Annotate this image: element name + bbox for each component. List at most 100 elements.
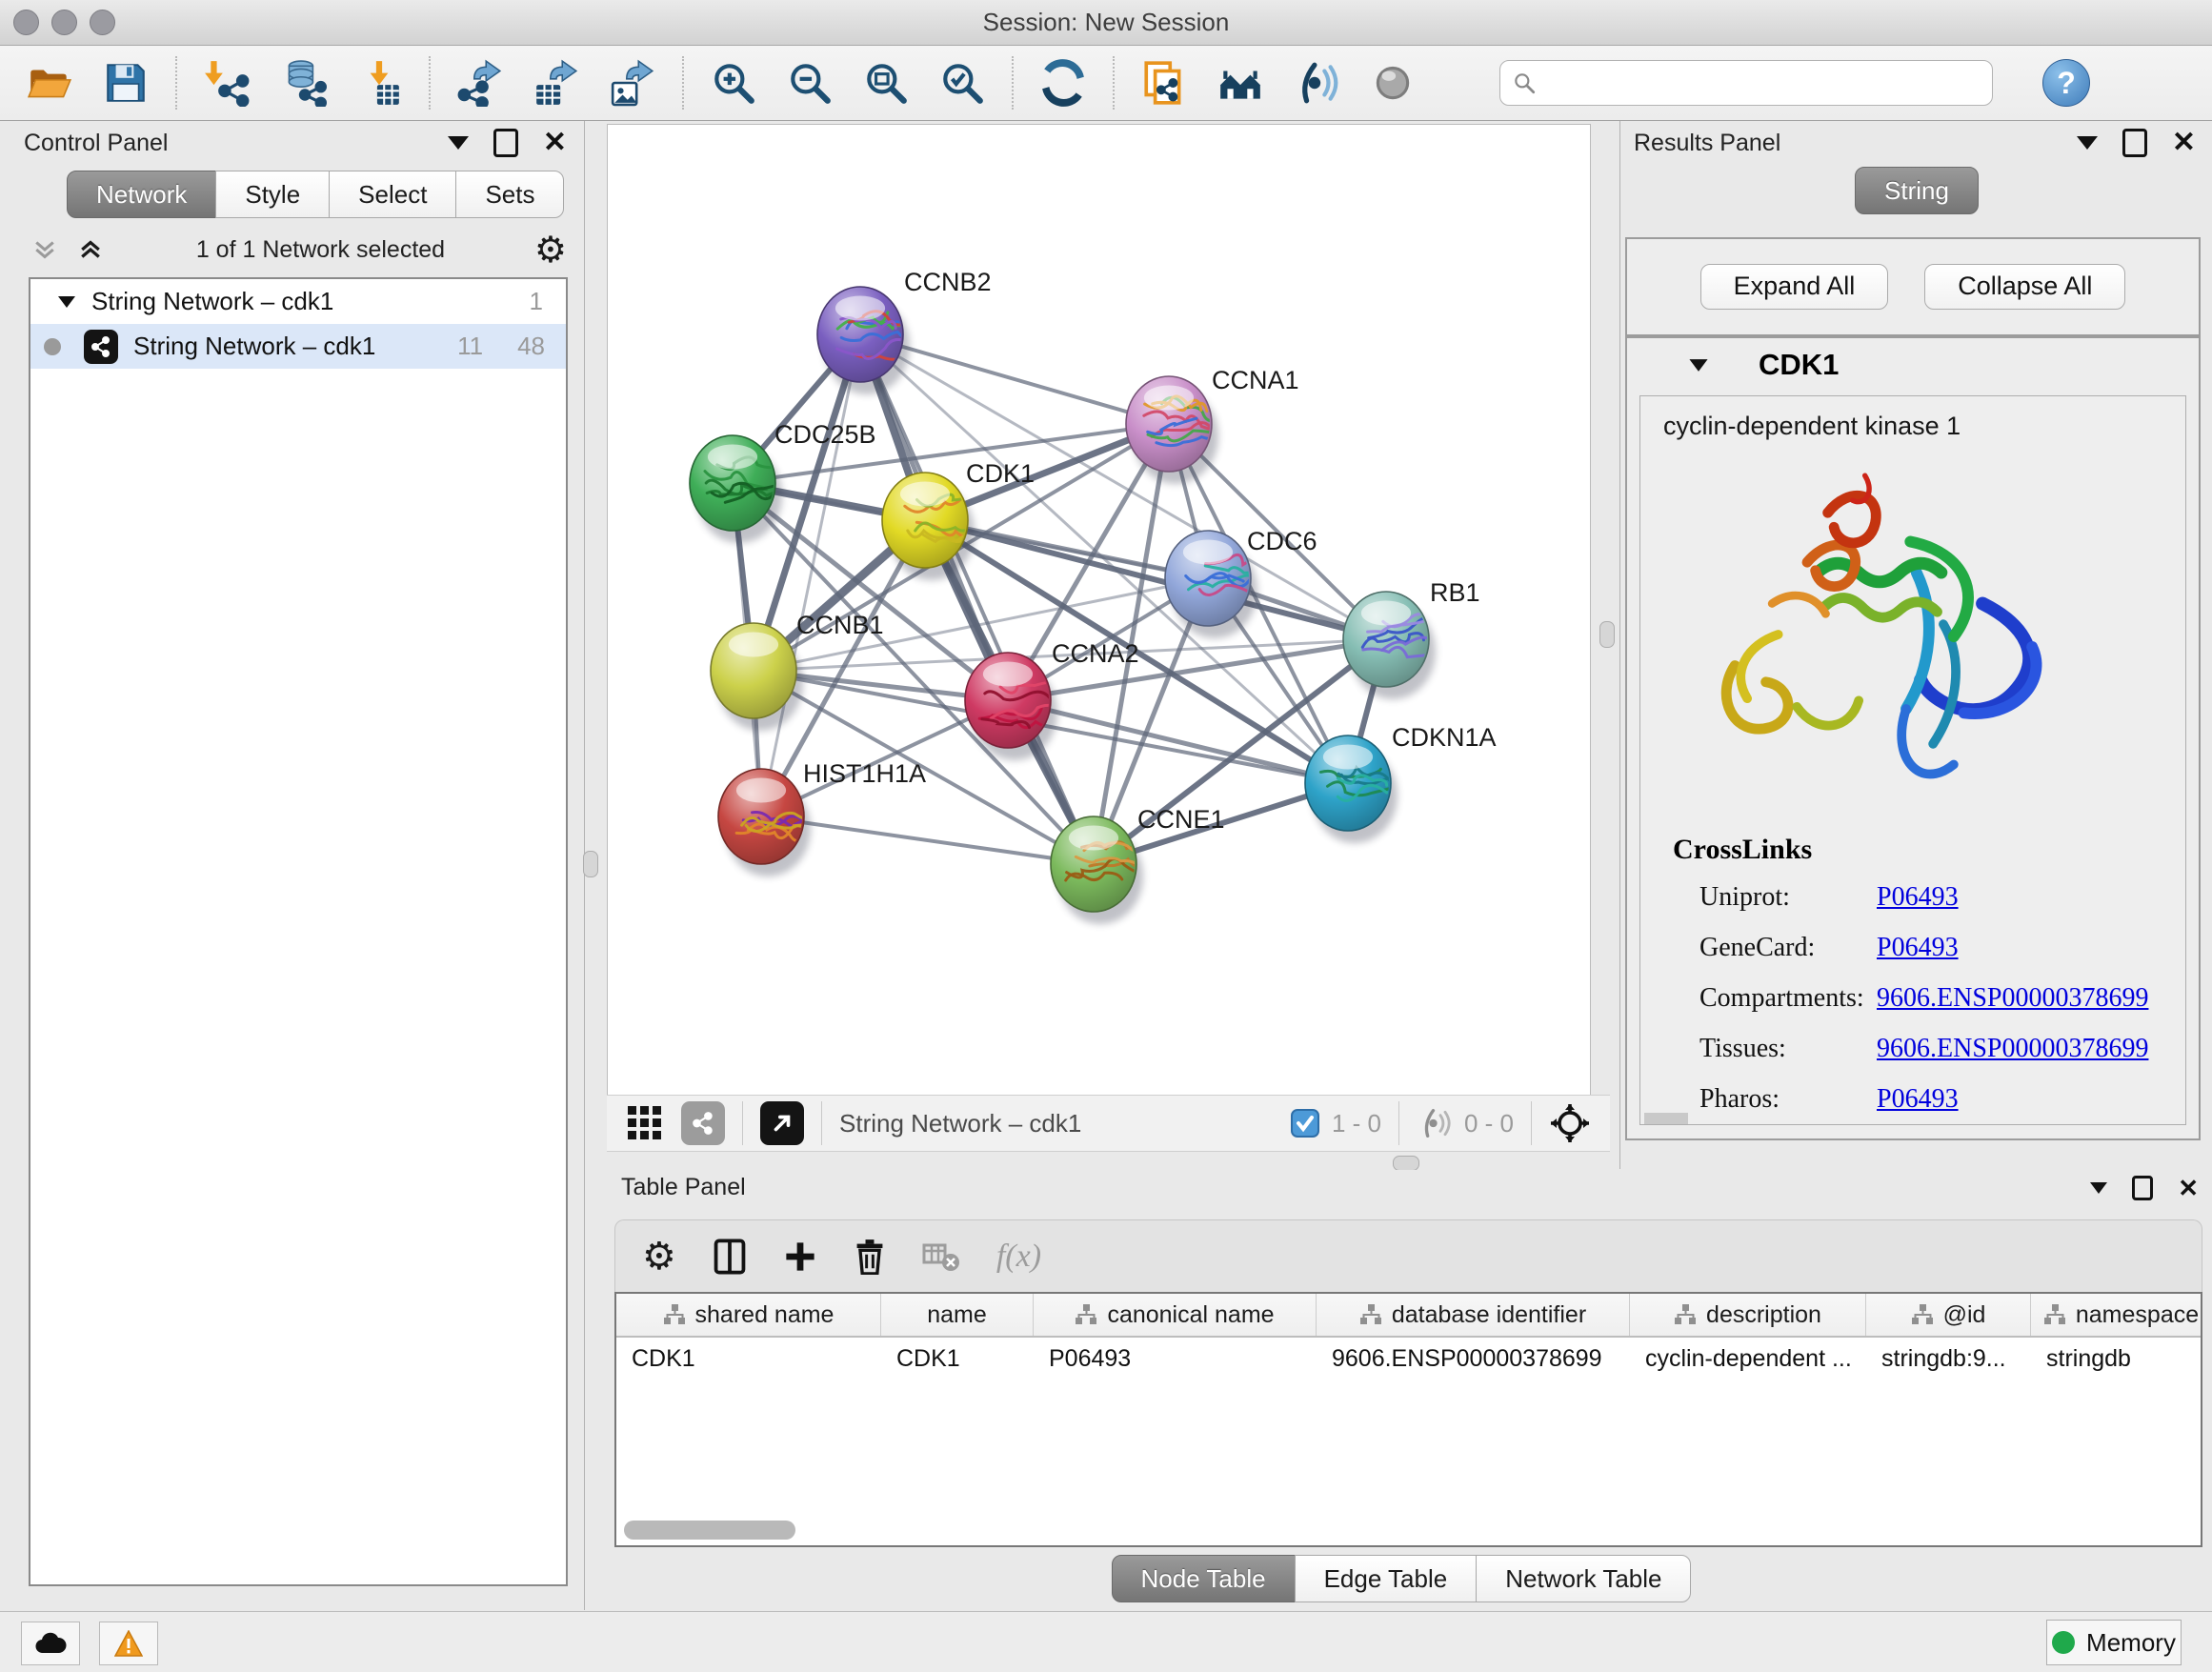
tab-node-table[interactable]: Node Table (1112, 1555, 1296, 1602)
cloud-status-button[interactable] (21, 1622, 80, 1665)
table-row[interactable]: CDK1CDK1P064939606.ENSP00000378699cyclin… (616, 1338, 2201, 1380)
table-panel-float-button[interactable] (2132, 1176, 2153, 1200)
edge-CCNB2-HIST1H1A[interactable] (761, 334, 860, 816)
delete-column-icon[interactable] (854, 1239, 886, 1275)
warning-status-button[interactable] (99, 1622, 158, 1665)
export-image-button[interactable] (608, 58, 657, 108)
save-session-button[interactable] (101, 58, 151, 108)
column-header-namespace[interactable]: namespace (2031, 1294, 2202, 1336)
search-input[interactable] (1537, 69, 1981, 97)
results-panel-close-button[interactable]: ✕ (2172, 133, 2196, 152)
crosslink-link[interactable]: P06493 (1877, 1084, 1959, 1115)
column-header-name[interactable]: name (881, 1294, 1034, 1336)
detach-view-button[interactable] (760, 1101, 804, 1145)
birds-eye-icon[interactable] (1549, 1102, 1591, 1144)
results-panel-menu-button[interactable] (2077, 136, 2098, 150)
column-header-database-identifier[interactable]: database identifier (1317, 1294, 1630, 1336)
selected-checkbox-icon[interactable] (1290, 1108, 1320, 1138)
global-search-field[interactable] (1499, 60, 1993, 106)
zoom-in-button[interactable] (709, 58, 758, 108)
crosslink-link[interactable]: P06493 (1877, 882, 1959, 913)
open-session-button[interactable] (25, 58, 74, 108)
edge-CCNA2-CDKN1A[interactable] (1008, 700, 1348, 783)
gray-sphere-button[interactable] (1368, 58, 1418, 108)
node-RB1[interactable] (1343, 592, 1471, 699)
crosslink-link[interactable]: 9606.ENSP00000378699 (1877, 983, 2148, 1014)
tab-edge-table[interactable]: Edge Table (1295, 1555, 1478, 1602)
network-graph[interactable]: CCNB2CCNA1CDC25BCDK1CDC6RB1CCNB1CCNA2CDK… (608, 125, 1590, 1095)
column-header-description[interactable]: description (1630, 1294, 1866, 1336)
control-panel-menu-button[interactable] (448, 136, 469, 150)
table-cell[interactable]: CDK1 (616, 1338, 881, 1380)
tree-expand-icon[interactable] (57, 294, 76, 310)
zoom-fit-button[interactable] (861, 58, 911, 108)
results-panel-float-button[interactable] (2122, 129, 2147, 157)
node-label-RB1: RB1 (1430, 578, 1480, 607)
table-cell[interactable]: stringdb (2031, 1338, 2202, 1380)
collapse-all-icon[interactable] (29, 235, 61, 264)
edge-HIST1H1A-CCNE1[interactable] (761, 816, 1094, 864)
zoom-out-button[interactable] (785, 58, 835, 108)
column-header-@id[interactable]: @id (1866, 1294, 2031, 1336)
tab-network[interactable]: Network (67, 171, 216, 218)
right-splitter-handle[interactable] (1599, 621, 1615, 648)
tab-style[interactable]: Style (215, 171, 330, 218)
import-network-file-button[interactable] (202, 58, 251, 108)
column-header-shared-name[interactable]: shared name (616, 1294, 881, 1336)
control-panel-close-button[interactable]: ✕ (543, 133, 567, 152)
columns-icon[interactable] (713, 1238, 747, 1276)
hidden-eye-icon[interactable] (1417, 1107, 1455, 1139)
network-view-canvas[interactable]: CCNB2CCNA1CDC25BCDK1CDC6RB1CCNB1CCNA2CDK… (607, 124, 1591, 1096)
collapse-all-button[interactable]: Collapse All (1924, 264, 2125, 310)
import-table-button[interactable] (354, 58, 404, 108)
tab-string[interactable]: String (1855, 167, 1979, 214)
memory-button[interactable]: Memory (2046, 1620, 2182, 1665)
zoom-selected-button[interactable] (937, 58, 987, 108)
delete-table-icon[interactable] (922, 1240, 960, 1273)
gene-details-body: cyclin-dependent kinase 1 (1639, 395, 2186, 1125)
gene-collapse-icon[interactable] (1688, 357, 1709, 373)
expand-all-button[interactable]: Expand All (1700, 264, 1889, 310)
status-bar: Memory (0, 1611, 2212, 1672)
refresh-button[interactable] (1038, 58, 1088, 108)
table-cell[interactable]: CDK1 (881, 1338, 1034, 1380)
tab-network-table[interactable]: Network Table (1476, 1555, 1691, 1602)
grid-view-icon[interactable] (626, 1104, 664, 1142)
add-column-icon[interactable] (783, 1239, 817, 1274)
table-cell[interactable]: stringdb:9... (1866, 1338, 2031, 1380)
collection-count: 1 (530, 287, 543, 316)
gear-icon[interactable]: ⚙ (534, 229, 567, 271)
table-cell[interactable]: P06493 (1034, 1338, 1317, 1380)
network-share-view-button[interactable] (681, 1101, 725, 1145)
function-builder-icon[interactable]: f(x) (996, 1239, 1041, 1275)
table-panel-close-button[interactable]: ✕ (2178, 1178, 2199, 1198)
tab-select[interactable]: Select (329, 171, 456, 218)
houses-button[interactable] (1216, 58, 1265, 108)
control-panel-float-button[interactable] (493, 129, 518, 157)
export-network-button[interactable] (455, 58, 505, 108)
table-cell[interactable]: cyclin-dependent ... (1630, 1338, 1866, 1380)
gene-name: CDK1 (1759, 348, 1839, 382)
table-hscrollbar-thumb[interactable] (624, 1521, 795, 1540)
table-panel-menu-button[interactable] (2090, 1182, 2107, 1194)
hide-eye-button[interactable] (1292, 58, 1341, 108)
network-collection-row[interactable]: String Network – cdk1 1 (30, 279, 566, 324)
inner-scrollbar-thumb[interactable] (1644, 1113, 1688, 1124)
string-import-button[interactable] (1139, 58, 1189, 108)
table-cell[interactable]: 9606.ENSP00000378699 (1317, 1338, 1630, 1380)
table-settings-gear-icon[interactable]: ⚙ (642, 1235, 676, 1279)
tab-sets[interactable]: Sets (455, 171, 564, 218)
horizontal-splitter-handle[interactable] (1393, 1156, 1419, 1171)
crosslink-link[interactable]: 9606.ENSP00000378699 (1877, 1034, 2148, 1064)
export-table-button[interactable] (532, 58, 581, 108)
node-CCNB2[interactable] (817, 287, 930, 394)
expand-all-icon[interactable] (74, 235, 107, 264)
crosslink-link[interactable]: P06493 (1877, 933, 1959, 963)
column-header-canonical-name[interactable]: canonical name (1034, 1294, 1317, 1336)
network-row[interactable]: String Network – cdk1 11 48 (30, 324, 566, 369)
left-splitter-handle[interactable] (583, 851, 598, 877)
help-button[interactable]: ? (2042, 59, 2090, 107)
node-CDK1[interactable] (882, 473, 975, 580)
import-network-database-button[interactable] (278, 58, 328, 108)
houses-icon (1217, 59, 1264, 107)
